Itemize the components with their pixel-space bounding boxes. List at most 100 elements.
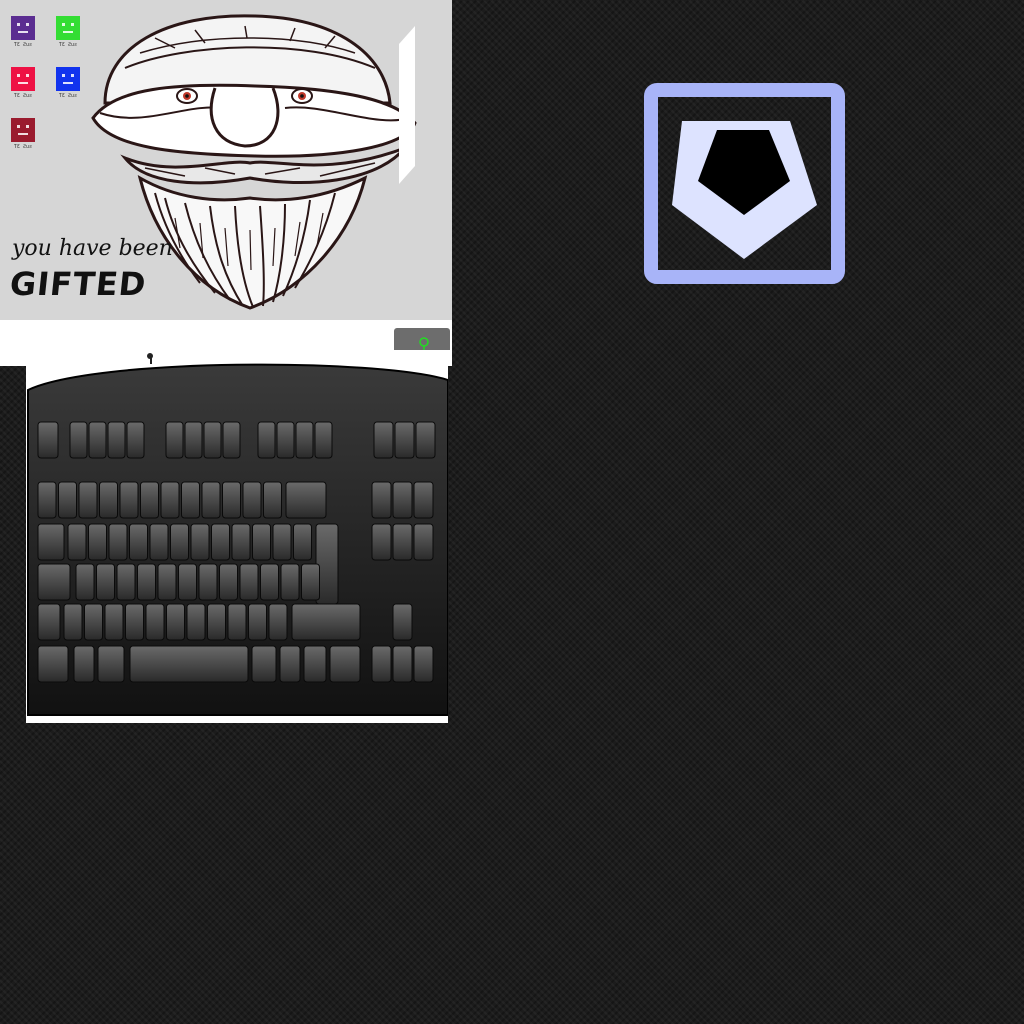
keyboard-key: [392, 603, 413, 641]
keyboard-key: [239, 563, 259, 601]
keyboard-key: [184, 421, 203, 459]
keyboard-key: [149, 523, 169, 561]
keyboard-key: [415, 421, 436, 459]
sad-face-icon: [56, 67, 80, 91]
keyboard-key: [170, 523, 189, 561]
resize-handle[interactable]: [399, 26, 415, 184]
keyboard-key: [248, 603, 267, 641]
keyboard-key: [198, 563, 218, 601]
keyboard-key: [84, 603, 103, 641]
keyboard-key: [58, 481, 77, 519]
keyboard-key: [37, 523, 65, 561]
sad-face-icon: [56, 16, 80, 40]
keyboard-key: [371, 645, 392, 683]
keyboard-key: [75, 563, 95, 601]
keyboard-key: [392, 481, 413, 519]
desktop-icon-label: ƬƐ Ƨuƨ: [58, 42, 78, 48]
keyboard-key: [104, 603, 124, 641]
desktop-icon-label: ƬƐ Ƨuƨ: [13, 144, 33, 150]
sad-face-icon: [11, 16, 35, 40]
keyboard-key: [222, 421, 241, 459]
keyboard-key: [37, 481, 57, 519]
keyboard-key: [280, 563, 300, 601]
keyboard-key: [37, 645, 69, 683]
keyboard-key: [88, 523, 107, 561]
keyboard-key: [257, 421, 276, 459]
keyboard-key: [252, 523, 271, 561]
keyboard-key: [190, 523, 210, 561]
pentagon-shield-icon[interactable]: [644, 83, 845, 284]
keyboard-key: [263, 481, 282, 519]
keyboard-key: [371, 481, 392, 519]
keyboard-key: [392, 645, 413, 683]
keyboard-key: [96, 563, 115, 601]
keyboard-key: [186, 603, 206, 641]
keyboard-key: [181, 481, 200, 519]
keyboard-key: [293, 523, 312, 561]
keyboard-key: [276, 421, 295, 459]
keyboard-key: [37, 563, 71, 601]
keyboard-key: [73, 645, 95, 683]
keyboard-key: [108, 523, 128, 561]
keyboard-key: [125, 603, 144, 641]
keyboard-key: [140, 481, 159, 519]
desktop-icon-purple[interactable]: ƬƐ Ƨuƨ: [8, 16, 38, 48]
keyboard-key: [107, 421, 126, 459]
keyboard-key: [97, 645, 125, 683]
keyboard-key: [145, 603, 165, 641]
keyboard-key: [126, 421, 145, 459]
keyboard-key: [37, 603, 61, 641]
keyboard-key: [165, 421, 184, 459]
keyboard-key: [242, 481, 262, 519]
gift-caption-line2: GIFTED: [8, 265, 149, 303]
desktop-icon-label: ƬƐ Ƨuƨ: [58, 93, 78, 99]
keyboard-key: [392, 523, 413, 561]
keyboard-key: [314, 421, 333, 459]
desktop-icon-blue[interactable]: ƬƐ Ƨuƨ: [53, 67, 83, 99]
keyboard-key: [413, 645, 434, 683]
desktop-icon-green[interactable]: ƬƐ Ƨuƨ: [53, 16, 83, 48]
keyboard-key: [160, 481, 180, 519]
keyboard-key: [222, 481, 241, 519]
keyboard-key: [272, 523, 292, 561]
keyboard-key: [203, 421, 222, 459]
pin-icon[interactable]: [394, 328, 450, 350]
desktop-icon-crimson[interactable]: ƬƐ Ƨuƨ: [8, 118, 38, 150]
keyboard-key: [99, 481, 118, 519]
keyboard-key: [201, 481, 221, 519]
keyboard-key: [279, 645, 301, 683]
keyboard-key: [116, 563, 136, 601]
keyboard-key: [37, 421, 59, 459]
keyboard-key: [178, 563, 197, 601]
keyboard-key: [129, 523, 148, 561]
keyboard-key: [260, 563, 279, 601]
keyboard-key: [268, 603, 288, 641]
keyboard-key: [219, 563, 238, 601]
keyboard-key: [371, 523, 392, 561]
keyboard-key: [373, 421, 394, 459]
keyboard-image: [27, 353, 449, 716]
keyboard-key: [329, 645, 361, 683]
keyboard-key: [63, 603, 83, 641]
desktop-icon-label: ƬƐ Ƨuƨ: [13, 93, 33, 99]
keyboard-key: [166, 603, 185, 641]
keyboard-key: [301, 563, 320, 601]
sad-face-icon: [11, 67, 35, 91]
keyboard-key: [227, 603, 247, 641]
keyboard-key: [413, 481, 434, 519]
keyboard-key: [394, 421, 415, 459]
keyboard-photo: [26, 350, 449, 723]
keyboard-key: [88, 421, 107, 459]
keyboard-key: [67, 523, 87, 561]
keyboard-key: [211, 523, 230, 561]
keyboard-key: [303, 645, 327, 683]
keyboard-key: [251, 645, 277, 683]
keyboard-key: [137, 563, 156, 601]
keyboard-key: [413, 523, 434, 561]
desktop-icon-red[interactable]: ƬƐ Ƨuƨ: [8, 67, 38, 99]
desktop-icon-label: ƬƐ Ƨuƨ: [13, 42, 33, 48]
mini-toolbar[interactable]: [394, 328, 450, 350]
keyboard-key: [231, 523, 251, 561]
keyboard-key: [295, 421, 314, 459]
keyboard-key: [119, 481, 139, 519]
